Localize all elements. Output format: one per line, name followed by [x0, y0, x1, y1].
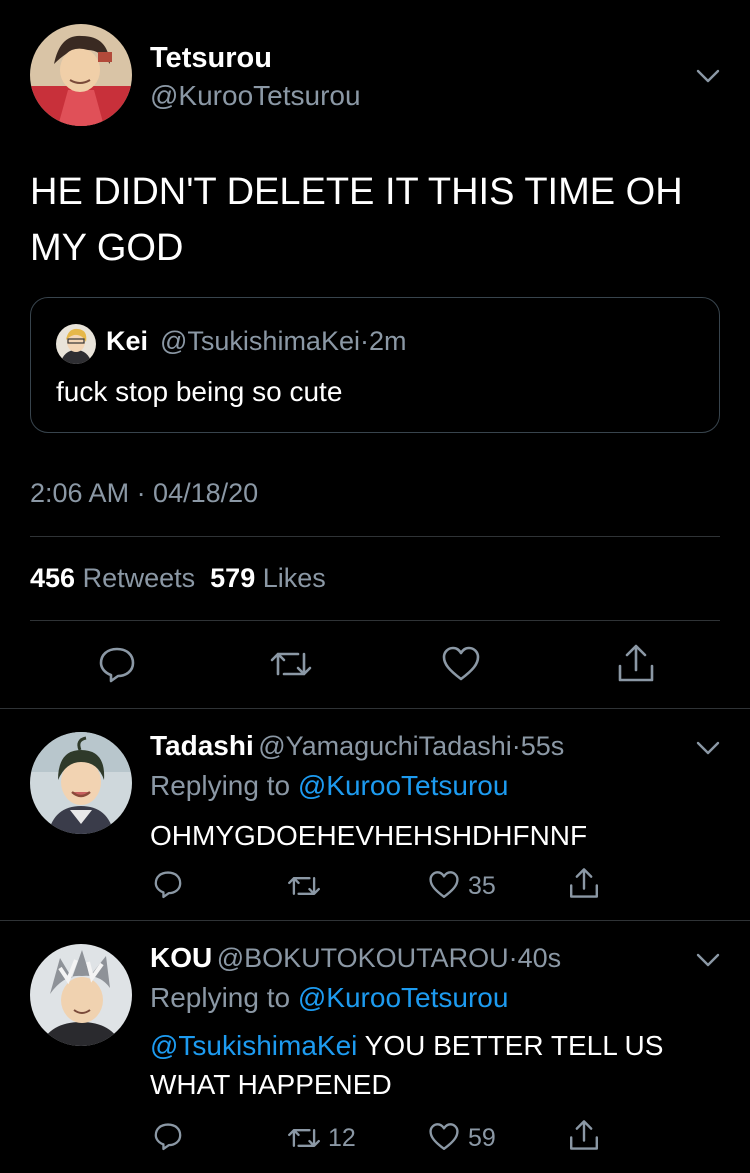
replying-to-label: Replying to — [150, 982, 291, 1013]
likes-count[interactable]: 579 — [210, 563, 255, 593]
likes-label[interactable]: Likes — [263, 563, 326, 593]
heart-icon[interactable] — [428, 870, 460, 900]
meta-separator: · — [359, 326, 369, 356]
reply-time: 40s — [517, 943, 562, 973]
author-handle[interactable]: @KurooTetsurou — [150, 80, 361, 112]
divider — [0, 920, 750, 921]
avatar-tetsurou[interactable] — [30, 24, 132, 126]
quoted-tweet[interactable] — [30, 297, 720, 433]
reply-display-name[interactable]: KOU — [150, 942, 212, 973]
reply-icon[interactable] — [152, 1120, 184, 1152]
retweets-count[interactable]: 456 — [30, 563, 75, 593]
share-icon[interactable] — [616, 642, 656, 684]
chevron-down-icon[interactable] — [694, 62, 722, 90]
tweet-text: HE DIDN'T DELETE IT THIS TIME OH MY GOD — [30, 171, 683, 269]
quoted-handle-meta: @TsukishimaKei·2m — [160, 326, 406, 357]
retweet-icon[interactable] — [268, 646, 314, 682]
replying-to-label: Replying to — [150, 770, 291, 801]
avatar-tadashi[interactable] — [30, 732, 132, 834]
divider — [0, 708, 750, 709]
like-count[interactable]: 59 — [468, 1124, 496, 1153]
meta-separator: · — [511, 731, 521, 761]
meta-separator: · — [508, 943, 518, 973]
chevron-down-icon[interactable] — [694, 946, 722, 974]
heart-icon[interactable] — [441, 645, 481, 683]
quoted-time: 2m — [368, 326, 407, 356]
reply-icon[interactable] — [96, 644, 138, 684]
reply-handle[interactable]: @YamaguchiTadashi — [258, 731, 512, 761]
share-icon[interactable] — [568, 1118, 600, 1152]
quoted-text: fuck stop being so cute — [56, 376, 343, 407]
reply-text: OHMYGDOEHEVHEHSHDHFNNF — [150, 820, 588, 851]
reply-header: KOU @BOKUTOKOUTAROU·40s — [150, 942, 561, 974]
replying-to-handle[interactable]: @KurooTetsurou — [298, 982, 509, 1013]
reply-handle[interactable]: @BOKUTOKOUTAROU — [217, 943, 509, 973]
divider — [30, 620, 720, 621]
replying-to-handle[interactable]: @KurooTetsurou — [298, 770, 509, 801]
tweet-timestamp[interactable]: 2:06 AM · 04/18/20 — [30, 478, 258, 509]
quoted-display-name[interactable]: Kei — [106, 326, 148, 357]
reply-time: 55s — [520, 731, 565, 761]
reply-icon[interactable] — [152, 868, 184, 900]
reply-text-block: @TsukishimaKei YOU BETTER TELL US WHAT H… — [150, 1026, 710, 1104]
reply-header: Tadashi @YamaguchiTadashi·55s — [150, 730, 564, 762]
avatar-kei[interactable] — [56, 324, 96, 364]
like-count[interactable]: 35 — [468, 872, 496, 901]
retweet-icon[interactable] — [286, 1124, 322, 1152]
replying-to: Replying to @KurooTetsurou — [150, 770, 508, 802]
heart-icon[interactable] — [428, 1122, 460, 1152]
retweet-icon[interactable] — [286, 872, 322, 900]
replying-to: Replying to @KurooTetsurou — [150, 982, 508, 1014]
retweet-count[interactable]: 12 — [328, 1124, 356, 1153]
share-icon[interactable] — [568, 866, 600, 900]
divider — [30, 536, 720, 537]
reply-display-name[interactable]: Tadashi — [150, 730, 254, 761]
avatar-kou[interactable] — [30, 944, 132, 1046]
mention-link[interactable]: @TsukishimaKei — [150, 1030, 357, 1061]
author-display-name[interactable]: Tetsurou — [150, 42, 272, 75]
engagement-stats: 456 Retweets 579 Likes — [30, 563, 326, 594]
quoted-handle[interactable]: @TsukishimaKei — [160, 326, 360, 356]
retweets-label[interactable]: Retweets — [83, 563, 196, 593]
chevron-down-icon[interactable] — [694, 734, 722, 762]
